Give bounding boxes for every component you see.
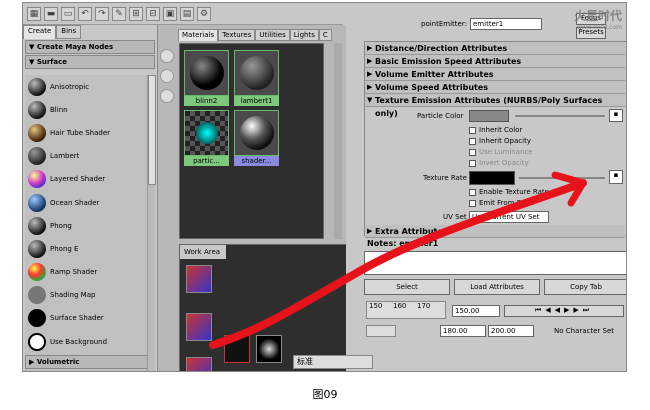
- maya-screenshot: ▦ ▬ ▭ ↶ ↷ ✎ ⊞ ⊟ ▣ ▤ ⚙ Create Bins ▼ Crea…: [22, 2, 627, 372]
- red-annotation-arrow: [209, 171, 587, 349]
- figure-caption: 图09: [312, 388, 338, 401]
